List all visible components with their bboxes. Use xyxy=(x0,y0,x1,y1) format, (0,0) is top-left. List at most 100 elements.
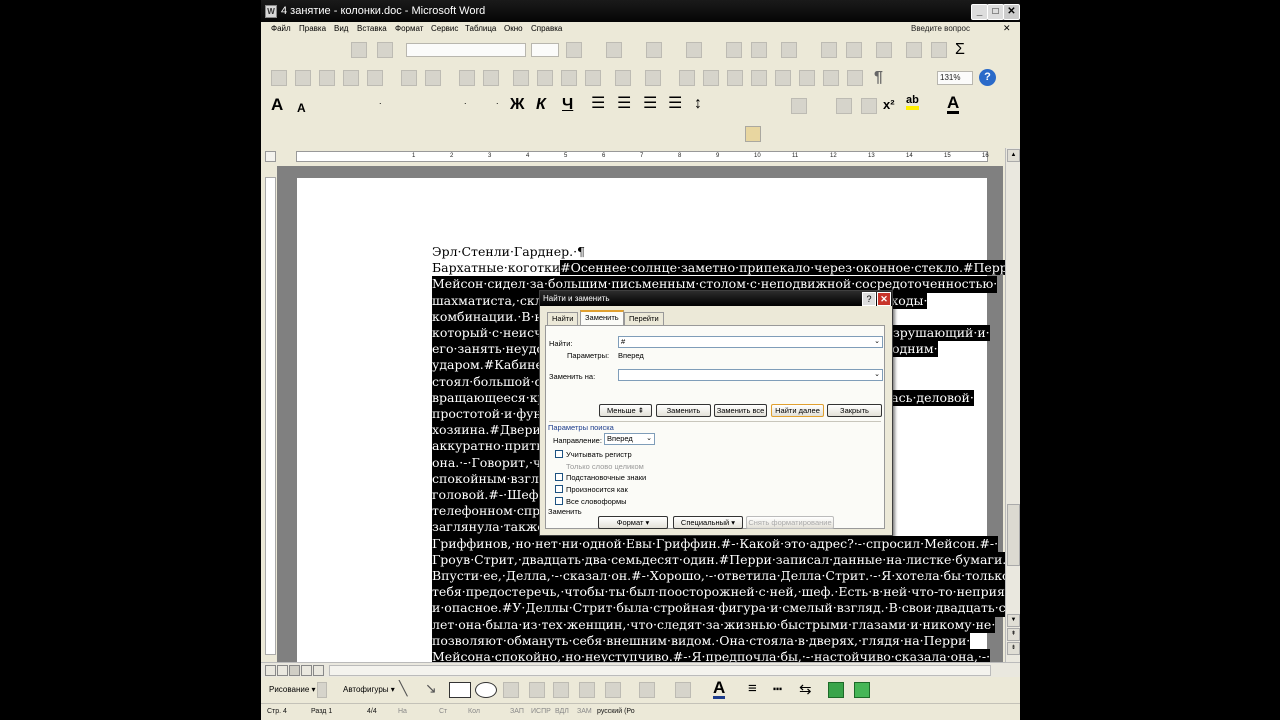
borders-icon[interactable] xyxy=(606,42,622,58)
grow-font-icon[interactable]: A xyxy=(271,96,283,114)
increase-indent-icon[interactable] xyxy=(861,98,877,114)
web-view-icon[interactable] xyxy=(277,665,288,676)
email-icon[interactable] xyxy=(367,70,383,86)
sounds-like-checkbox[interactable] xyxy=(555,485,563,493)
menu-table[interactable]: Таблица xyxy=(465,24,496,33)
menu-format[interactable]: Формат xyxy=(395,24,423,33)
find-input[interactable]: # ⌄ xyxy=(618,336,883,348)
thumbnails-icon[interactable] xyxy=(847,70,863,86)
scroll-up-icon[interactable]: ▲ xyxy=(1007,149,1020,162)
line-style-icon[interactable]: ≡ xyxy=(748,680,757,697)
find-dropdown-icon[interactable]: ⌄ xyxy=(872,337,882,347)
border-color-icon[interactable] xyxy=(566,42,582,58)
hyperlink-icon[interactable] xyxy=(679,70,695,86)
diagram-icon[interactable] xyxy=(553,682,569,698)
dash-style-icon[interactable]: ┅ xyxy=(773,680,782,698)
document-line[interactable]: Впусти·ее,·Делла,·-·сказал·он.#-·Хорошо,… xyxy=(432,568,1014,585)
shadow-style-icon[interactable] xyxy=(828,682,844,698)
new-document-icon[interactable] xyxy=(271,70,287,86)
insert-table-icon-2[interactable] xyxy=(727,70,743,86)
drawing-font-color-icon[interactable]: A xyxy=(713,679,726,699)
no-formatting-button[interactable]: Снять форматирование xyxy=(746,516,834,529)
decrease-indent-icon[interactable] xyxy=(836,98,852,114)
status-ext[interactable]: ВДЛ xyxy=(555,708,569,715)
tab-goto[interactable]: Перейти xyxy=(624,312,664,326)
style-combo[interactable]: . xyxy=(379,96,382,106)
font-combo[interactable]: . xyxy=(464,96,467,106)
print-icon[interactable] xyxy=(401,70,417,86)
status-trk[interactable]: ИСПР xyxy=(531,708,551,715)
horizontal-scrollbar[interactable] xyxy=(261,662,1020,677)
3d-style-icon[interactable] xyxy=(854,682,870,698)
maximize-button[interactable]: □ xyxy=(987,4,1004,20)
fill-color-icon[interactable] xyxy=(639,682,655,698)
vertical-ruler[interactable] xyxy=(265,177,276,655)
document-line[interactable]: позволяют·обмануть·себя·внешним·видом.·О… xyxy=(432,632,971,649)
eraser-icon[interactable] xyxy=(377,42,393,58)
format-button[interactable]: Формат ▾ xyxy=(598,516,668,529)
document-line[interactable]: Бархатные·коготки#Осеннее·солнце·заметно… xyxy=(432,260,1020,276)
reading-view-icon[interactable] xyxy=(313,665,324,676)
line-style-combo[interactable] xyxy=(406,43,526,57)
less-button[interactable]: Меньше ⇞ xyxy=(599,404,652,417)
vertical-scrollbar[interactable]: ▲ ▼ ⇞ ⇟ xyxy=(1005,148,1020,662)
save-icon[interactable] xyxy=(319,70,335,86)
document-icon[interactable] xyxy=(745,126,761,142)
highlight-icon[interactable]: ab xyxy=(906,94,919,110)
close-dialog-button[interactable]: Закрыть xyxy=(827,404,882,417)
bold-button[interactable]: Ж xyxy=(510,96,524,114)
horizontal-ruler[interactable]: 1234567891011121314151617 xyxy=(296,151,989,162)
autoformat-table-icon[interactable] xyxy=(876,42,892,58)
cut-icon[interactable] xyxy=(513,70,529,86)
menu-edit[interactable]: Правка xyxy=(299,24,326,33)
find-next-button[interactable]: Найти далее xyxy=(771,404,824,417)
direction-dropdown-icon[interactable]: ⌄ xyxy=(644,434,654,444)
columns-icon[interactable] xyxy=(775,70,791,86)
open-icon[interactable] xyxy=(295,70,311,86)
oval-icon[interactable] xyxy=(475,682,497,698)
replace-all-button[interactable]: Заменить все xyxy=(714,404,767,417)
replace-button[interactable]: Заменить xyxy=(656,404,711,417)
font-color-icon[interactable]: A xyxy=(947,94,960,114)
menu-file[interactable]: Файл xyxy=(271,24,291,33)
research-icon[interactable] xyxy=(483,70,499,86)
document-line[interactable]: тебя·предостеречь,·чтобы·ты·был·поосторо… xyxy=(432,584,1020,601)
document-line[interactable]: Гриффинов,·но·нет·ни·одной·Евы·Гриффин.#… xyxy=(432,535,999,552)
undo-icon[interactable] xyxy=(615,70,631,86)
copy-icon[interactable] xyxy=(537,70,553,86)
status-rec[interactable]: ЗАП xyxy=(510,708,524,715)
menu-view[interactable]: Вид xyxy=(334,24,348,33)
menu-insert[interactable]: Вставка xyxy=(357,24,387,33)
draw-table-icon[interactable] xyxy=(351,42,367,58)
replace-input[interactable]: ⌄ xyxy=(618,369,883,381)
match-case-checkbox[interactable] xyxy=(555,450,563,458)
dialog-help-icon[interactable]: ? xyxy=(862,292,876,306)
line-icon[interactable]: ╲ xyxy=(399,680,407,697)
align-cell-icon[interactable] xyxy=(781,42,797,58)
permission-icon[interactable] xyxy=(343,70,359,86)
ask-question-box[interactable]: Введите вопрос xyxy=(911,24,970,33)
outline-view-icon[interactable] xyxy=(301,665,312,676)
justify-icon[interactable]: ☰ xyxy=(668,95,682,113)
arrow-style-icon[interactable]: ⇆ xyxy=(799,680,812,698)
minimize-button[interactable]: _ xyxy=(971,4,988,20)
redo-icon[interactable] xyxy=(645,70,661,86)
align-left-icon[interactable]: ☰ xyxy=(591,95,605,113)
document-map-icon[interactable] xyxy=(823,70,839,86)
horizontal-scroll-track[interactable] xyxy=(329,665,991,676)
normal-view-icon[interactable] xyxy=(265,665,276,676)
dialog-title-bar[interactable]: Найти и заменить ? ✕ xyxy=(540,291,892,306)
replace-dropdown-icon[interactable]: ⌄ xyxy=(872,370,882,380)
font-size-combo[interactable]: . xyxy=(496,96,499,106)
shrink-font-icon[interactable]: A xyxy=(297,99,306,117)
close-document-icon[interactable]: ✕ xyxy=(1003,23,1011,34)
document-line[interactable]: Эрл·Стенли·Гарднер.·¶ xyxy=(432,244,585,260)
picture-icon[interactable] xyxy=(605,682,621,698)
zoom-combo[interactable]: 131% xyxy=(937,71,973,85)
autoshapes-menu[interactable]: Автофигуры ▾ xyxy=(343,685,395,694)
distribute-rows-icon[interactable] xyxy=(821,42,837,58)
select-objects-icon[interactable] xyxy=(317,682,327,698)
print-layout-icon[interactable] xyxy=(289,665,300,676)
tab-selector[interactable] xyxy=(265,151,276,162)
italic-button[interactable]: К xyxy=(536,96,546,114)
